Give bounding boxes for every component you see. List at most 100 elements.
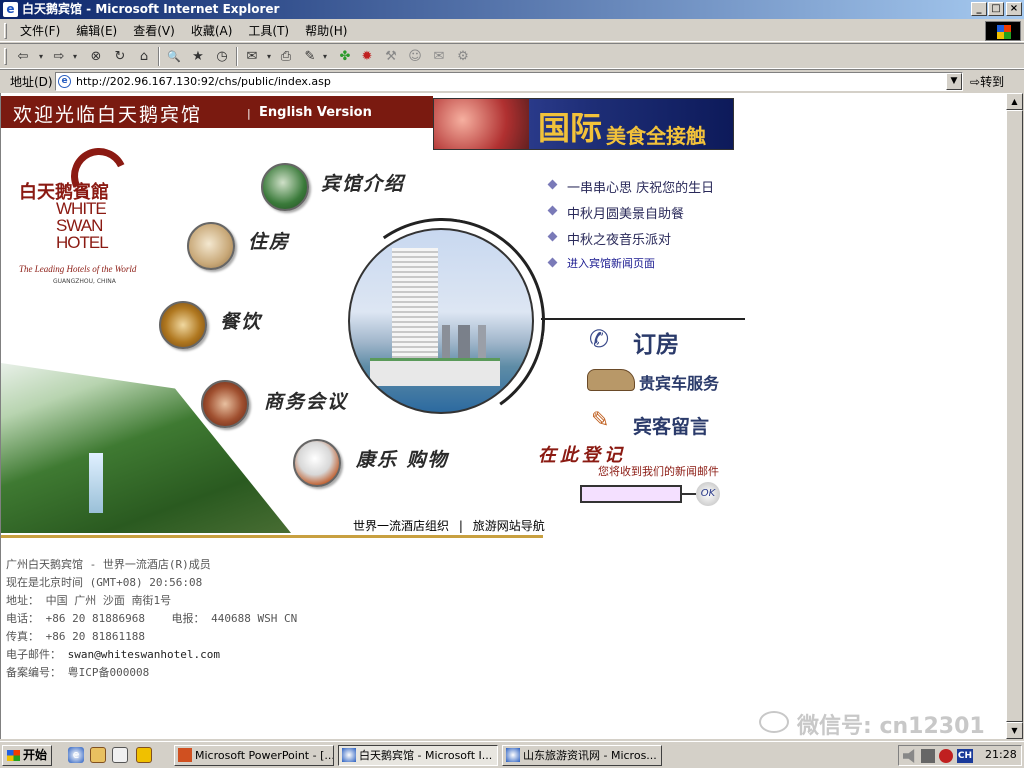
scroll-up-icon[interactable]: ▲ xyxy=(1006,93,1023,110)
back-icon[interactable]: ⇦ xyxy=(12,47,34,67)
phone-icon[interactable]: ✆ xyxy=(589,325,609,353)
ie-task-icon xyxy=(342,748,356,762)
print-icon[interactable]: ⎙ xyxy=(276,47,296,67)
news-page-link[interactable]: 进入宾馆新闻页面 xyxy=(547,255,714,281)
ie-icon: e xyxy=(3,2,18,17)
language-indicator[interactable]: CH xyxy=(957,749,973,763)
task-white-swan-ie[interactable]: 白天鹅宾馆 - Microsoft I... xyxy=(338,745,498,766)
register-connector xyxy=(682,493,696,495)
nav-business[interactable]: 商务会议 xyxy=(264,387,348,414)
antivirus-icon[interactable] xyxy=(939,749,953,763)
address-dropdown-icon[interactable]: ▼ xyxy=(946,73,962,90)
research-icon[interactable]: ⚙ xyxy=(454,47,472,67)
business-photo-icon[interactable] xyxy=(201,380,249,428)
menu-tools[interactable]: 工具(T) xyxy=(240,20,297,42)
start-button[interactable]: 开始 xyxy=(2,745,52,766)
maximize-button[interactable]: □ xyxy=(988,2,1004,16)
fax-value: +86 20 81861188 xyxy=(45,630,145,643)
hotel-logo[interactable]: 白天鹅賓館 WHITE SWAN HOTEL The Leading Hotel… xyxy=(11,140,141,293)
booking-link[interactable]: 订房 xyxy=(633,325,679,359)
media-quicklaunch-icon[interactable] xyxy=(136,747,152,763)
close-button[interactable]: × xyxy=(1006,2,1022,16)
search-icon[interactable]: 🔍 xyxy=(164,47,184,67)
nav-rooms[interactable]: 住房 xyxy=(248,227,290,254)
go-button[interactable]: ⇨转到 xyxy=(970,73,1004,90)
volume-icon[interactable] xyxy=(903,749,915,763)
register-ok-button[interactable]: OK xyxy=(696,482,720,506)
travel-nav-link[interactable]: 旅游网站导航 xyxy=(473,517,545,534)
history-icon[interactable]: ◷ xyxy=(212,47,232,67)
beijing-time-line: 现在是北京时间 (GMT+08) 20:56:08 xyxy=(6,576,203,589)
dining-photo-icon[interactable] xyxy=(159,301,207,349)
wechat-icon xyxy=(759,711,789,733)
go-arrow-icon: ⇨ xyxy=(970,75,981,89)
edit-dropdown-icon[interactable]: ▾ xyxy=(320,47,330,67)
menu-help[interactable]: 帮助(H) xyxy=(297,20,355,42)
scroll-thumb[interactable] xyxy=(1006,110,1023,722)
logo-city: GUANGZHOU, CHINA xyxy=(53,278,116,285)
nav-hotel-intro[interactable]: 宾馆介绍 xyxy=(321,169,405,196)
phone-value: +86 20 81886968 xyxy=(45,612,145,625)
plugin-red-icon[interactable]: ✹ xyxy=(358,47,376,67)
messenger-icon[interactable]: ☺ xyxy=(406,47,424,67)
title-bar: e 白天鹅宾馆 - Microsoft Internet Explorer _ … xyxy=(0,0,1024,19)
icp-label: 备案编号： xyxy=(6,666,61,679)
tool-icon[interactable]: ⚒ xyxy=(382,47,400,67)
news-item[interactable]: 中秋月圆美景自助餐 xyxy=(547,203,714,229)
news-item[interactable]: 中秋之夜音乐派对 xyxy=(547,229,714,255)
nav-leisure-shopping[interactable]: 康乐 购物 xyxy=(356,445,449,472)
phone-line: 电话： +86 20 81886968 电报： 440688 WSH CN xyxy=(6,610,297,628)
address-line: 地址： 中国 广州 沙面 南街1号 xyxy=(6,592,297,610)
mail-icon[interactable]: ✉ xyxy=(242,47,262,67)
address-input[interactable]: http://202.96.167.130:92/chs/public/inde… xyxy=(55,72,963,91)
leisure-photo-icon[interactable] xyxy=(293,439,341,487)
ie-quicklaunch-icon[interactable]: e xyxy=(68,747,84,763)
contact-info: 广州白天鹅宾馆 - 世界一流酒店(R)成员 现在是北京时间 (GMT+08) 2… xyxy=(6,556,297,682)
footer-links: 世界一流酒店组织 | 旅游网站导航 xyxy=(353,517,545,534)
newsletter-email-input[interactable] xyxy=(580,485,682,503)
vertical-scrollbar[interactable]: ▲ ▼ xyxy=(1006,93,1023,739)
scroll-down-icon[interactable]: ▼ xyxy=(1006,722,1023,739)
task-label: 白天鹅宾馆 - Microsoft I... xyxy=(359,749,493,762)
nav-dining[interactable]: 餐饮 xyxy=(220,307,262,334)
forward-icon[interactable]: ⇨ xyxy=(48,47,70,67)
refresh-icon[interactable]: ↻ xyxy=(110,47,130,67)
clock[interactable]: 21:28 xyxy=(985,748,1017,761)
news-item-text: 中秋之夜音乐派对 xyxy=(567,233,672,248)
welcome-title: 欢迎光临白天鹅宾馆 xyxy=(13,104,203,126)
menu-edit[interactable]: 编辑(E) xyxy=(68,20,125,42)
pen-icon[interactable]: ✎ xyxy=(591,408,609,433)
leading-hotels-link[interactable]: 世界一流酒店组织 xyxy=(353,517,449,534)
english-version-link[interactable]: English Version xyxy=(259,105,372,120)
banner-subtitle: 美食全接触 xyxy=(606,124,706,148)
news-item[interactable]: 一串串心思 庆祝您的生日 xyxy=(547,177,714,203)
limo-service-link[interactable]: 贵宾车服务 xyxy=(639,370,719,394)
home-icon[interactable]: ⌂ xyxy=(134,47,154,67)
plugin-green-icon[interactable]: ✤ xyxy=(336,47,354,67)
intro-photo-icon[interactable] xyxy=(261,163,309,211)
menu-favorites[interactable]: 收藏(A) xyxy=(183,20,241,42)
rooms-photo-icon[interactable] xyxy=(187,222,235,270)
back-dropdown-icon[interactable]: ▾ xyxy=(36,47,46,67)
discuss-icon[interactable]: ✉ xyxy=(430,47,448,67)
forward-dropdown-icon[interactable]: ▾ xyxy=(70,47,80,67)
stop-icon[interactable]: ⊗ xyxy=(86,47,106,67)
outlook-quicklaunch-icon[interactable] xyxy=(90,747,106,763)
icp-line: 备案编号： 粤ICP备000008 xyxy=(6,664,297,682)
guestbook-link[interactable]: 宾客留言 xyxy=(633,412,709,439)
task-shandong-ie[interactable]: 山东旅游资讯网 - Micros... xyxy=(502,745,662,766)
car-icon[interactable] xyxy=(587,369,635,391)
mail-dropdown-icon[interactable]: ▾ xyxy=(264,47,274,67)
edit-icon[interactable]: ✎ xyxy=(300,47,320,67)
email-link[interactable]: swan@whiteswanhotel.com xyxy=(68,648,220,661)
network-icon[interactable] xyxy=(921,749,935,763)
bullet-icon xyxy=(547,205,558,216)
task-powerpoint[interactable]: Microsoft PowerPoint - [... xyxy=(174,745,334,766)
desktop-quicklaunch-icon[interactable] xyxy=(112,747,128,763)
menu-view[interactable]: 查看(V) xyxy=(125,20,183,42)
telex-label: 电报： xyxy=(171,612,205,625)
favorites-icon[interactable]: ★ xyxy=(188,47,208,67)
minimize-button[interactable]: _ xyxy=(971,2,987,16)
menu-file[interactable]: 文件(F) xyxy=(12,20,68,42)
food-banner[interactable]: 国际 美食全接触 xyxy=(433,98,734,150)
